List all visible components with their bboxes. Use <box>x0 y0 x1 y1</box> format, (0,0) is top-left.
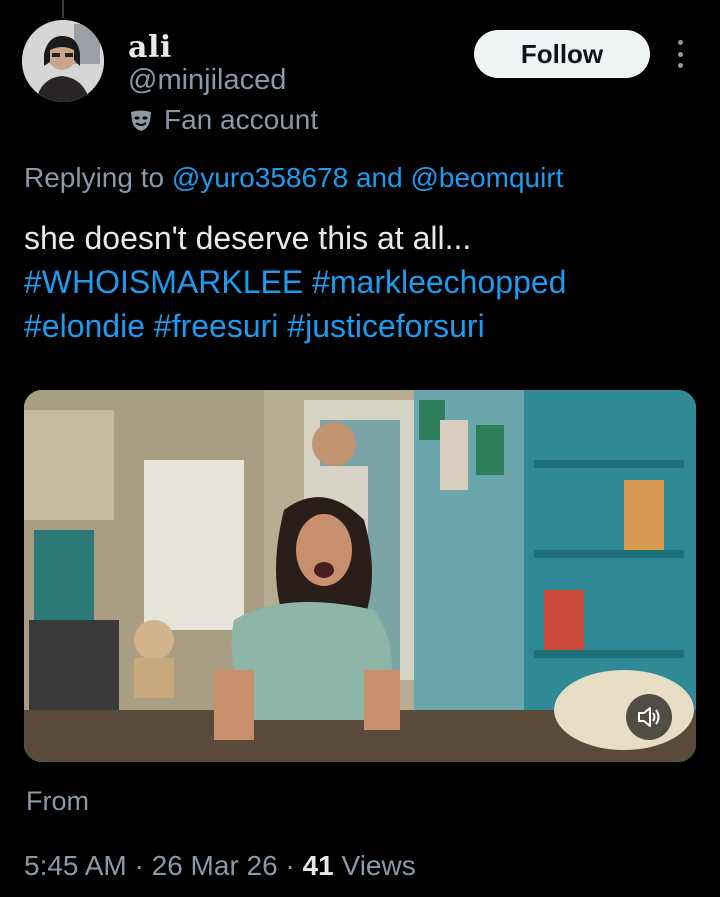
user-handle[interactable]: @minjilaced <box>128 64 286 97</box>
tweet-text: she doesn't deserve this at all... #WHOI… <box>24 216 704 348</box>
video-player[interactable] <box>24 390 696 762</box>
tweet-time[interactable]: 5:45 AM <box>24 850 127 881</box>
hashtag-link[interactable]: #WHOISMARKLEE <box>24 264 303 300</box>
account-label: Fan account <box>128 104 318 136</box>
thread-connector-line <box>62 0 64 18</box>
replying-to-prefix: Replying to <box>24 162 165 193</box>
views-label: Views <box>341 850 416 881</box>
speaker-muted-icon <box>636 704 662 730</box>
theater-mask-icon <box>128 107 154 133</box>
hashtag-link[interactable]: #markleechopped <box>312 264 566 300</box>
more-options-icon[interactable] <box>668 36 692 72</box>
reply-connector: and <box>355 162 403 193</box>
mention-link[interactable]: @beomquirt <box>410 162 563 193</box>
tweet-date[interactable]: 26 Mar 26 <box>152 850 278 881</box>
follow-button[interactable]: Follow <box>474 30 650 78</box>
views-count: 41 <box>302 850 334 881</box>
from-label: From <box>26 786 89 816</box>
tweet-body: she doesn't deserve this at all... <box>24 220 472 256</box>
hashtag-link[interactable]: #elondie <box>24 308 145 344</box>
video-frame <box>24 390 696 762</box>
account-label-text: Fan account <box>164 104 319 135</box>
meta-separator: · <box>285 850 295 881</box>
mention-link[interactable]: @yuro358678 <box>172 162 348 193</box>
hashtag-link[interactable]: #justiceforsuri <box>287 308 484 344</box>
meta-separator: · <box>134 850 144 881</box>
tweet-header: ali @minjilaced Fan account Follow <box>22 20 702 140</box>
hashtag-link[interactable]: #freesuri <box>154 308 279 344</box>
mute-toggle-button[interactable] <box>626 694 672 740</box>
avatar[interactable] <box>22 20 104 102</box>
tweet-metadata: 5:45 AM · 26 Mar 26 · 41 Views <box>24 850 416 882</box>
replying-to: Replying to @yuro358678 and @beomquirt <box>24 162 563 194</box>
display-name[interactable]: ali <box>128 30 172 65</box>
